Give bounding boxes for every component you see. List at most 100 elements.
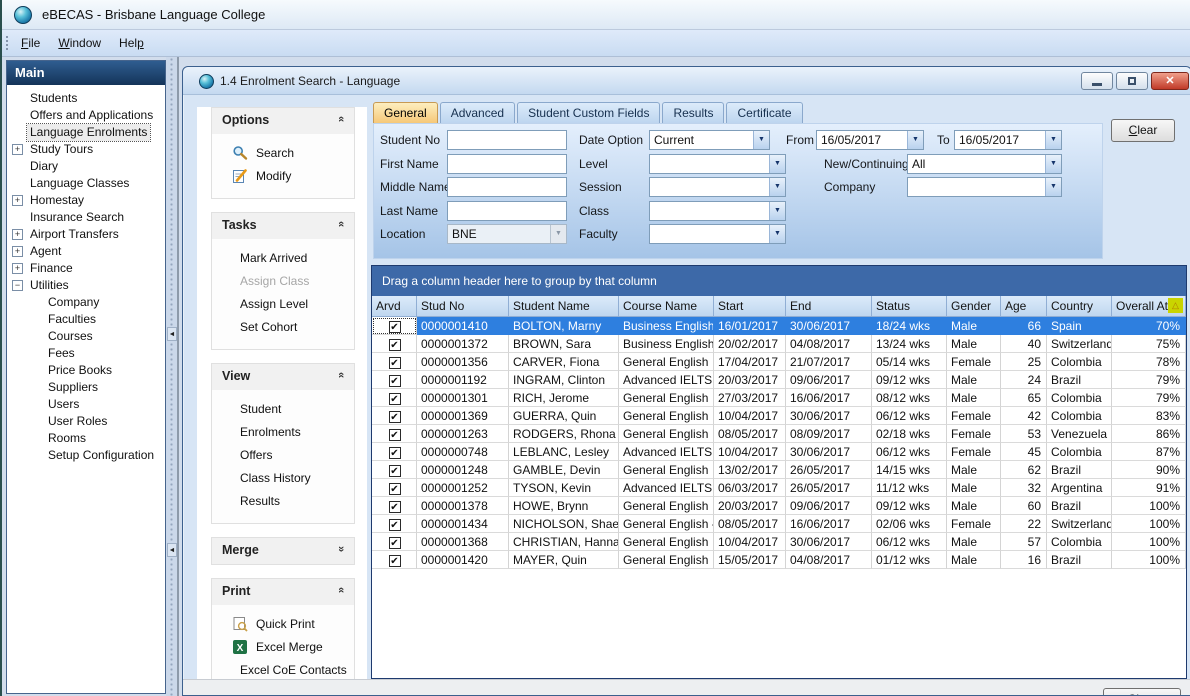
checkbox-checked[interactable]: ✔ <box>389 321 401 333</box>
column-header-age[interactable]: Age <box>1001 296 1047 317</box>
column-header-status[interactable]: Status <box>872 296 947 317</box>
expand-icon[interactable]: + <box>12 263 23 274</box>
sidebar-item-utilities[interactable]: −Utilities <box>7 277 165 294</box>
sidebar-item-rooms[interactable]: Rooms <box>7 430 165 447</box>
task-item-enrolments[interactable]: Enrolments <box>212 421 354 444</box>
sidebar-item-suppliers[interactable]: Suppliers <box>7 379 165 396</box>
section-header-options[interactable]: Options« <box>212 108 354 134</box>
class-combo[interactable]: ▼ <box>649 201 786 221</box>
column-header-arvd[interactable]: Arvd <box>372 296 417 317</box>
table-row[interactable]: ✔0000001301RICH, JeromeGeneral English27… <box>372 389 1186 407</box>
dropdown-arrow-icon[interactable]: ▼ <box>769 202 785 220</box>
table-row[interactable]: ✔0000001434NICHOLSON, ShaeleighGeneral E… <box>372 515 1186 533</box>
checkbox-checked[interactable]: ✔ <box>389 465 401 477</box>
column-header-end[interactable]: End <box>786 296 872 317</box>
sidebar-item-students[interactable]: Students <box>7 90 165 107</box>
sidebar-item-language-enrolments[interactable]: Language Enrolments <box>7 124 165 141</box>
sidebar-item-setup-configuration[interactable]: Setup Configuration <box>7 447 165 464</box>
sidebar-splitter[interactable]: ◄ ◄ <box>166 57 179 696</box>
checkbox-checked[interactable]: ✔ <box>389 429 401 441</box>
clear-button-bottom[interactable]: Clear <box>1103 688 1181 696</box>
table-row[interactable]: ✔0000001372BROWN, SaraBusiness English P… <box>372 335 1186 353</box>
collapse-icon[interactable]: − <box>12 280 23 291</box>
first-name-input[interactable] <box>447 154 567 174</box>
dropdown-arrow-icon[interactable]: ▼ <box>1045 131 1061 149</box>
sidebar-item-fees[interactable]: Fees <box>7 345 165 362</box>
task-item-set-cohort[interactable]: Set Cohort <box>212 316 354 339</box>
clear-button[interactable]: Clear <box>1111 119 1175 142</box>
sidebar-item-finance[interactable]: +Finance <box>7 260 165 277</box>
tab-advanced[interactable]: Advanced <box>440 102 515 123</box>
sidebar-item-faculties[interactable]: Faculties <box>7 311 165 328</box>
table-row[interactable]: ✔0000001378HOWE, BrynnGeneral English20/… <box>372 497 1186 515</box>
student-no-input[interactable] <box>447 130 567 150</box>
task-item-assign-level[interactable]: Assign Level <box>212 293 354 316</box>
dropdown-arrow-icon[interactable]: ▼ <box>769 225 785 243</box>
tab-general[interactable]: General <box>373 102 438 123</box>
column-header-stud-no[interactable]: Stud No <box>417 296 509 317</box>
expand-icon[interactable]: + <box>12 246 23 257</box>
task-item-mark-arrived[interactable]: Mark Arrived <box>212 247 354 270</box>
sidebar-item-price-books[interactable]: Price Books <box>7 362 165 379</box>
tab-results[interactable]: Results <box>662 102 724 123</box>
section-header-view[interactable]: View« <box>212 364 354 390</box>
section-header-print[interactable]: Print« <box>212 579 354 605</box>
task-item-class-history[interactable]: Class History <box>212 467 354 490</box>
minimize-button[interactable] <box>1081 72 1113 90</box>
table-row[interactable]: ✔0000000748LEBLANC, LesleyAdvanced IELTS… <box>372 443 1186 461</box>
column-header-country[interactable]: Country <box>1047 296 1112 317</box>
table-row[interactable]: ✔0000001263RODGERS, RhonaGeneral English… <box>372 425 1186 443</box>
tab-certificate[interactable]: Certificate <box>726 102 802 123</box>
expand-icon[interactable]: + <box>12 229 23 240</box>
collapse-sidebar-icon[interactable]: ◄ <box>167 327 177 341</box>
checkbox-checked[interactable]: ✔ <box>389 393 401 405</box>
session-combo[interactable]: ▼ <box>649 177 786 197</box>
task-item-search[interactable]: Search <box>212 142 354 165</box>
sidebar-item-offers-and-applications[interactable]: Offers and Applications <box>7 107 165 124</box>
column-header-course-name[interactable]: Course Name <box>619 296 714 317</box>
dropdown-arrow-icon[interactable]: ▼ <box>1045 155 1061 173</box>
column-header-student-name[interactable]: Student Name <box>509 296 619 317</box>
table-row[interactable]: ✔0000001248GAMBLE, DevinGeneral English1… <box>372 461 1186 479</box>
table-row[interactable]: ✔0000001192INGRAM, ClintonAdvanced IELTS… <box>372 371 1186 389</box>
section-header-merge[interactable]: Merge» <box>212 538 354 564</box>
table-row[interactable]: ✔0000001369GUERRA, QuinGeneral English10… <box>372 407 1186 425</box>
task-item-quick-print[interactable]: Quick Print <box>212 613 354 636</box>
task-item-offers[interactable]: Offers <box>212 444 354 467</box>
menu-help[interactable]: Help <box>110 34 153 52</box>
table-row[interactable]: ✔0000001420MAYER, QuinGeneral English15/… <box>372 551 1186 569</box>
checkbox-checked[interactable]: ✔ <box>389 519 401 531</box>
sidebar-item-insurance-search[interactable]: Insurance Search <box>7 209 165 226</box>
group-by-bar[interactable]: Drag a column header here to group by th… <box>372 266 1186 296</box>
checkbox-checked[interactable]: ✔ <box>389 501 401 513</box>
location-combo[interactable]: BNE ▼ <box>447 224 567 244</box>
close-button[interactable]: ✕ <box>1151 72 1189 90</box>
date-option-combo[interactable]: Current ▼ <box>649 130 770 150</box>
level-combo[interactable]: ▼ <box>649 154 786 174</box>
middle-name-input[interactable] <box>447 177 567 197</box>
from-date-combo[interactable]: 16/05/2017 ▼ <box>816 130 924 150</box>
expand-icon[interactable]: + <box>12 144 23 155</box>
sidebar-item-user-roles[interactable]: User Roles <box>7 413 165 430</box>
dropdown-arrow-icon[interactable]: ▼ <box>1045 178 1061 196</box>
restore-button[interactable] <box>1116 72 1148 90</box>
sidebar-item-airport-transfers[interactable]: +Airport Transfers <box>7 226 165 243</box>
menu-file[interactable]: File <box>12 34 49 52</box>
new-continuing-combo[interactable]: All ▼ <box>907 154 1062 174</box>
checkbox-checked[interactable]: ✔ <box>389 357 401 369</box>
dropdown-arrow-icon[interactable]: ▼ <box>769 178 785 196</box>
dropdown-arrow-icon[interactable]: ▼ <box>753 131 769 149</box>
sidebar-item-company[interactable]: Company <box>7 294 165 311</box>
checkbox-checked[interactable]: ✔ <box>389 411 401 423</box>
task-item-modify[interactable]: Modify <box>212 165 354 188</box>
task-item-results[interactable]: Results <box>212 490 354 513</box>
table-row[interactable]: ✔0000001368CHRISTIAN, HannaGeneral Engli… <box>372 533 1186 551</box>
company-combo[interactable]: ▼ <box>907 177 1062 197</box>
checkbox-checked[interactable]: ✔ <box>389 339 401 351</box>
table-row[interactable]: ✔0000001356CARVER, FionaGeneral English1… <box>372 353 1186 371</box>
table-row[interactable]: ✔0000001252TYSON, KevinAdvanced IELTS06/… <box>372 479 1186 497</box>
checkbox-checked[interactable]: ✔ <box>389 483 401 495</box>
last-name-input[interactable] <box>447 201 567 221</box>
tab-student-custom-fields[interactable]: Student Custom Fields <box>517 102 660 123</box>
menu-window[interactable]: Window <box>49 34 110 52</box>
